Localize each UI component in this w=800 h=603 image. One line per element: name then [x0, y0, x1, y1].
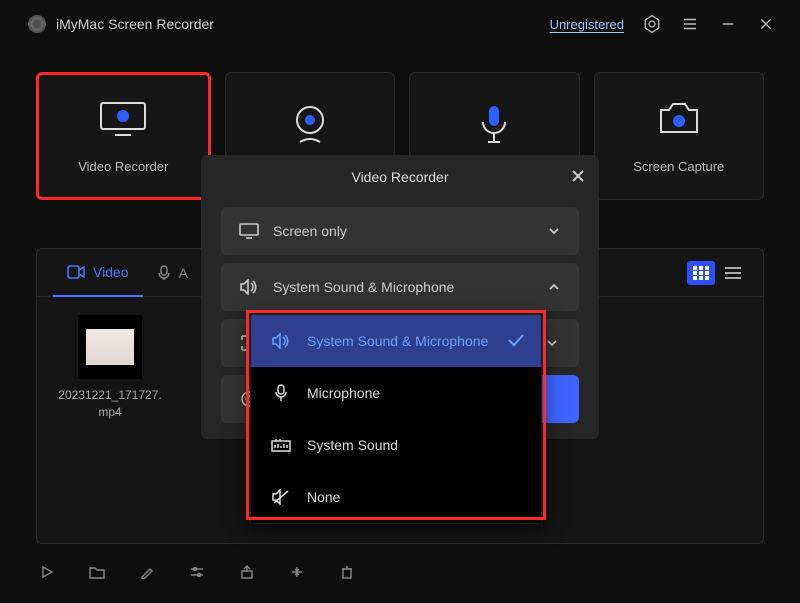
play-icon[interactable]: [36, 561, 58, 583]
chevron-down-icon: [547, 223, 561, 239]
audio-mode-value: System Sound & Microphone: [273, 279, 454, 295]
folder-icon[interactable]: [86, 561, 108, 583]
chevron-up-icon: [547, 279, 561, 295]
option-system-sound[interactable]: System Sound: [251, 419, 541, 471]
mode-label: Screen Capture: [633, 159, 724, 174]
soundcard-icon: [271, 438, 291, 452]
option-system-and-mic[interactable]: System Sound & Microphone: [251, 315, 541, 367]
modal-close-icon[interactable]: [571, 167, 585, 188]
settings-sliders-icon[interactable]: [186, 561, 208, 583]
title-bar: iMyMac Screen Recorder Unregistered: [0, 0, 800, 48]
file-thumbnail: [78, 315, 142, 379]
mute-icon: [271, 489, 291, 505]
grid-view-button[interactable]: [687, 261, 715, 285]
screen-mode-selector[interactable]: Screen only: [221, 207, 579, 255]
camera-icon: [655, 99, 703, 139]
option-label: None: [307, 489, 340, 505]
mode-screen-capture[interactable]: Screen Capture: [594, 72, 765, 200]
modal-title: Video Recorder: [351, 169, 448, 185]
edit-icon[interactable]: [136, 561, 158, 583]
settings-gear-icon[interactable]: [642, 14, 662, 34]
file-item[interactable]: 20231221_171727.mp4: [55, 315, 165, 421]
option-label: Microphone: [307, 385, 380, 401]
trash-icon[interactable]: [336, 561, 358, 583]
export-icon[interactable]: [236, 561, 258, 583]
microphone-icon: [478, 106, 510, 146]
app-title: iMyMac Screen Recorder: [56, 16, 214, 32]
tab-label: A: [179, 265, 188, 281]
unregistered-link[interactable]: Unregistered: [550, 17, 624, 32]
minimize-icon[interactable]: [718, 14, 738, 34]
mode-label: Video Recorder: [78, 159, 168, 174]
webcam-icon: [290, 106, 330, 146]
monitor-record-icon: [97, 99, 149, 139]
option-none[interactable]: None: [251, 471, 541, 523]
monitor-icon: [239, 223, 259, 239]
speaker-icon: [239, 279, 259, 295]
tab-label: Video: [93, 264, 129, 280]
check-icon: [507, 333, 525, 350]
speaker-icon: [271, 333, 291, 349]
list-view-button[interactable]: [719, 261, 747, 285]
tab-video[interactable]: Video: [53, 250, 143, 297]
app-logo-icon: [28, 15, 46, 33]
option-label: System Sound: [307, 437, 398, 453]
file-name: 20231221_171727.mp4: [55, 387, 165, 421]
menu-icon[interactable]: [680, 14, 700, 34]
compress-icon[interactable]: [286, 561, 308, 583]
bottom-toolbar: [36, 561, 358, 583]
audio-mode-selector[interactable]: System Sound & Microphone: [221, 263, 579, 311]
option-microphone[interactable]: Microphone: [251, 367, 541, 419]
close-icon[interactable]: [756, 14, 776, 34]
option-label: System Sound & Microphone: [307, 333, 488, 349]
mode-video-recorder[interactable]: Video Recorder: [36, 72, 211, 200]
audio-source-dropdown: System Sound & Microphone Microphone Sys…: [250, 314, 542, 524]
microphone-icon: [271, 384, 291, 402]
tab-audio[interactable]: A: [143, 249, 202, 296]
screen-mode-value: Screen only: [273, 223, 347, 239]
